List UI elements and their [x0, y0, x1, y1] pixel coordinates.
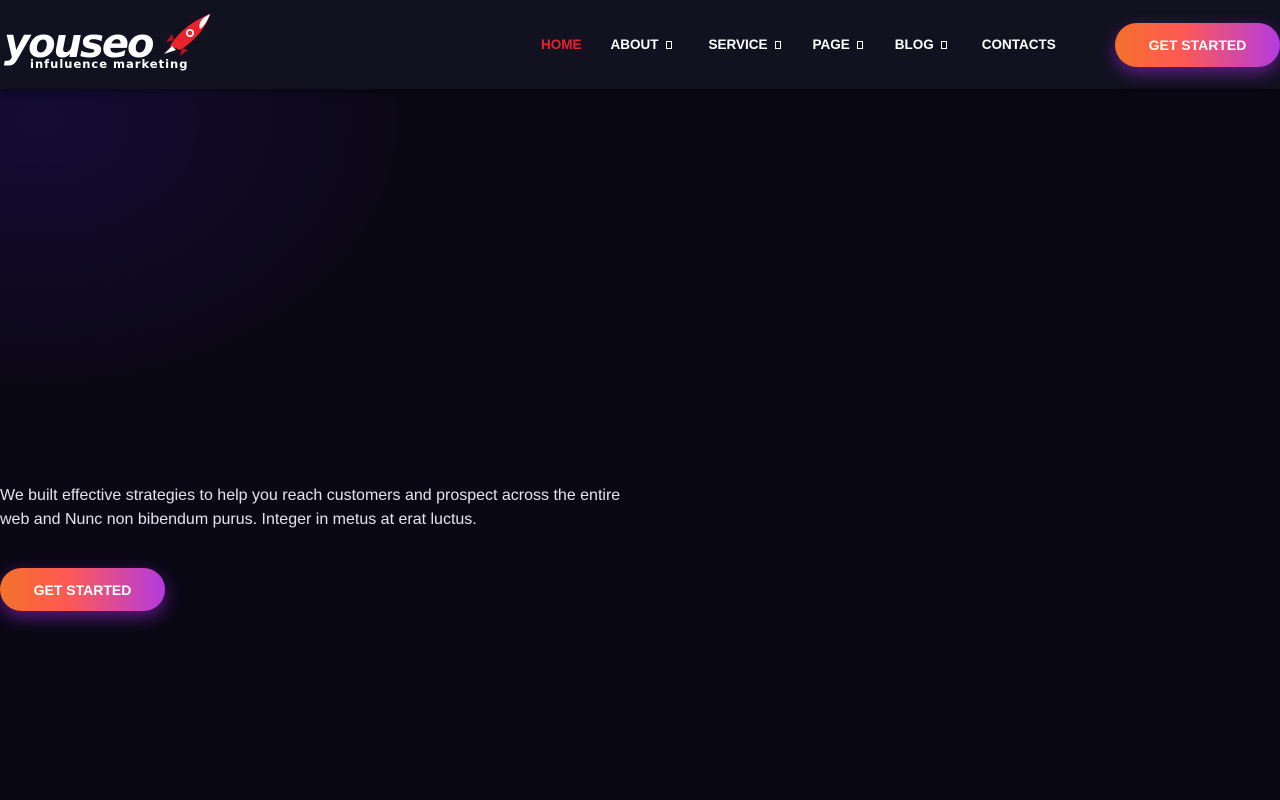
dropdown-caret-icon: [940, 40, 947, 49]
hero-description: We built effective strategies to help yo…: [0, 487, 621, 528]
logo-link[interactable]: youseo infuluence marketing: [2, 12, 212, 74]
nav-item-label: CONTACTS: [981, 36, 1056, 52]
logo-tagline: infuluence marketing: [30, 57, 189, 71]
nav-item-label: SERVICE: [708, 36, 768, 52]
site-header: youseo infuluence marketing HOME ABOUT S…: [0, 0, 1280, 89]
nav-item-label: PAGE: [812, 36, 850, 52]
nav-item-label: BLOG: [894, 36, 934, 52]
hero-get-started-button[interactable]: GET STARTED: [0, 568, 165, 611]
header-get-started-button[interactable]: GET STARTED: [1115, 23, 1280, 67]
nav-item-service[interactable]: SERVICE: [709, 37, 781, 52]
nav-item-label: ABOUT: [610, 36, 659, 52]
nav-item-page[interactable]: PAGE: [813, 37, 863, 52]
dropdown-caret-icon: [774, 40, 781, 49]
main-nav: HOME ABOUT SERVICE PAGE BLOG CONTACTS: [541, 34, 1056, 54]
nav-item-about[interactable]: ABOUT: [611, 37, 672, 52]
rocket-icon: [164, 14, 210, 56]
dropdown-caret-icon: [665, 40, 672, 49]
dropdown-caret-icon: [856, 40, 863, 49]
nav-item-home[interactable]: HOME: [541, 37, 582, 52]
nav-item-blog[interactable]: BLOG: [895, 37, 947, 52]
nav-item-contacts[interactable]: CONTACTS: [982, 37, 1056, 52]
nav-item-label: HOME: [541, 36, 582, 52]
page: youseo infuluence marketing HOME ABOUT S…: [0, 0, 1280, 800]
